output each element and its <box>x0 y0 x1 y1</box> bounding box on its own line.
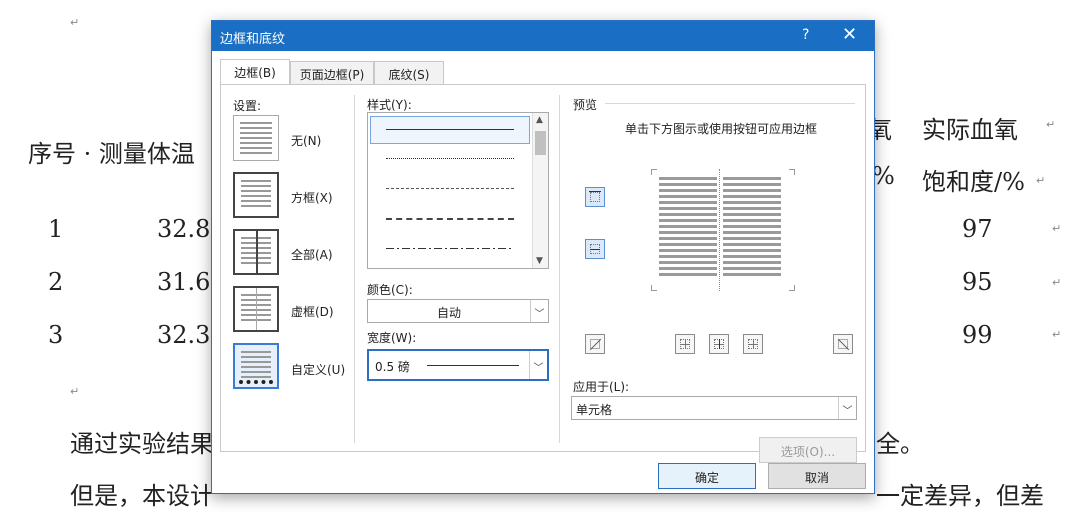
paragraph-2-end: 一定差异，但差 <box>876 482 1044 510</box>
line-style-dash-dot[interactable] <box>386 248 514 249</box>
close-button[interactable]: ✕ <box>842 24 857 45</box>
preview-corner <box>651 285 657 291</box>
chevron-down-icon[interactable]: ﹀ <box>530 300 548 322</box>
setting-none-icon[interactable] <box>233 115 279 161</box>
dialog-title: 边框和底纹 <box>220 32 286 47</box>
chevron-down-icon[interactable]: ﹀ <box>838 397 856 419</box>
diagonal-down-button[interactable] <box>833 334 853 354</box>
width-value: 0.5 磅 <box>375 360 410 374</box>
settings-label: 设置: <box>233 99 262 113</box>
help-button[interactable]: ? <box>802 27 809 43</box>
tab-borders[interactable]: 边框(B) <box>220 59 290 85</box>
tab-shading[interactable]: 底纹(S) <box>374 61 444 85</box>
line-style-dashed[interactable] <box>386 218 514 220</box>
width-line-sample <box>427 365 519 366</box>
paragraph-mark: ↵ <box>1052 328 1062 341</box>
scroll-up-icon[interactable]: ▲ <box>536 115 543 125</box>
border-inside-vertical-button[interactable] <box>709 334 729 354</box>
setting-grid-label[interactable]: 虚框(D) <box>291 303 334 320</box>
line-style-dashed-small[interactable] <box>386 188 514 189</box>
paragraph-mark: ↵ <box>1052 276 1062 289</box>
row-index: 1 <box>48 215 64 243</box>
width-select[interactable]: 0.5 磅 ﹀ <box>367 349 549 381</box>
scroll-thumb[interactable] <box>535 131 546 155</box>
paragraph-2-start: 但是，本设计 <box>70 482 214 510</box>
style-list-scrollbar[interactable]: ▲ ▼ <box>532 113 548 268</box>
setting-none-label[interactable]: 无(N) <box>291 132 321 149</box>
color-label: 颜色(C): <box>367 283 413 297</box>
table-header-right-top: 实际血氧 <box>922 116 1018 144</box>
row-index: 3 <box>48 321 64 349</box>
preview-hint: 单击下方图示或使用按钮可应用边框 <box>625 122 818 136</box>
setting-all-icon[interactable] <box>233 229 279 275</box>
color-value: 自动 <box>436 306 461 320</box>
preview-text-right <box>723 177 781 277</box>
paragraph-1-start: 通过实验结果 <box>70 430 214 458</box>
width-label: 宽度(W): <box>367 331 417 345</box>
cancel-button[interactable]: 取消 <box>768 463 866 489</box>
paragraph-1-end: 全。 <box>876 430 924 458</box>
row-spo2: 97 <box>962 215 993 243</box>
paragraph-mark: ↵ <box>70 16 80 29</box>
paragraph-mark: ↵ <box>1052 222 1062 235</box>
row-spo2: 95 <box>962 268 993 296</box>
line-style-dotted[interactable] <box>386 158 514 159</box>
color-select[interactable]: 自动 ﹀ <box>367 299 549 323</box>
row-temp: 32.3 <box>157 321 211 349</box>
paragraph-mark: ↵ <box>1046 118 1056 131</box>
apply-to-label: 应用于(L): <box>573 380 630 394</box>
line-style-solid[interactable] <box>386 129 514 130</box>
preview-text-left <box>659 177 717 277</box>
setting-box-label[interactable]: 方框(X) <box>291 189 333 206</box>
paragraph-mark: ↵ <box>1036 174 1046 187</box>
preview-corner <box>651 169 657 175</box>
table-header-fragment-2: % <box>872 162 895 190</box>
setting-grid-icon[interactable] <box>233 286 279 332</box>
preview-corner <box>789 169 795 175</box>
row-temp: 32.8 <box>157 215 211 243</box>
apply-to-value: 单元格 <box>576 403 613 417</box>
border-left-button[interactable] <box>675 334 695 354</box>
preview-rule <box>605 103 855 104</box>
table-header-left: 序号 · 测量体温 <box>28 140 195 168</box>
scroll-down-icon[interactable]: ▼ <box>536 256 543 266</box>
preview-label: 预览 <box>573 98 598 112</box>
options-button[interactable]: 选项(O)... <box>759 437 857 463</box>
setting-box-icon[interactable] <box>233 172 279 218</box>
row-temp: 31.6 <box>157 268 211 296</box>
style-label: 样式(Y): <box>367 98 412 112</box>
setting-custom-icon[interactable] <box>233 343 279 389</box>
chevron-down-icon[interactable]: ﹀ <box>529 351 547 379</box>
setting-custom-label[interactable]: 自定义(U) <box>291 361 345 378</box>
line-style-list[interactable]: ▲ ▼ <box>367 112 549 269</box>
tab-panel: 设置: 无(N) 方框(X) 全部(A) 虚框(D) 自定义(U) 样式(Y): <box>220 84 866 463</box>
borders-and-shading-dialog: 边框和底纹 ? ✕ 边框(B) 页面边框(P) 底纹(S) 设置: 无(N) 方… <box>211 20 875 494</box>
table-header-right-bottom: 饱和度/% <box>922 168 1025 196</box>
row-spo2: 99 <box>962 321 993 349</box>
border-top-button[interactable] <box>585 187 605 207</box>
row-index: 2 <box>48 268 64 296</box>
dialog-titlebar[interactable]: 边框和底纹 ? ✕ <box>212 21 874 51</box>
line-style-selected[interactable] <box>370 116 530 144</box>
column-divider <box>354 95 355 443</box>
ok-button[interactable]: 确定 <box>658 463 756 489</box>
diagonal-up-button[interactable] <box>585 334 605 354</box>
border-right-button[interactable] <box>743 334 763 354</box>
apply-to-select[interactable]: 单元格 ﹀ <box>571 396 857 420</box>
border-inside-horizontal-button[interactable] <box>585 239 605 259</box>
preview-center-divider <box>719 169 720 291</box>
setting-all-label[interactable]: 全部(A) <box>291 246 333 263</box>
preview-corner <box>789 285 795 291</box>
column-divider <box>559 95 560 443</box>
paragraph-mark: ↵ <box>70 385 80 398</box>
tab-page-borders[interactable]: 页面边框(P) <box>290 61 374 85</box>
